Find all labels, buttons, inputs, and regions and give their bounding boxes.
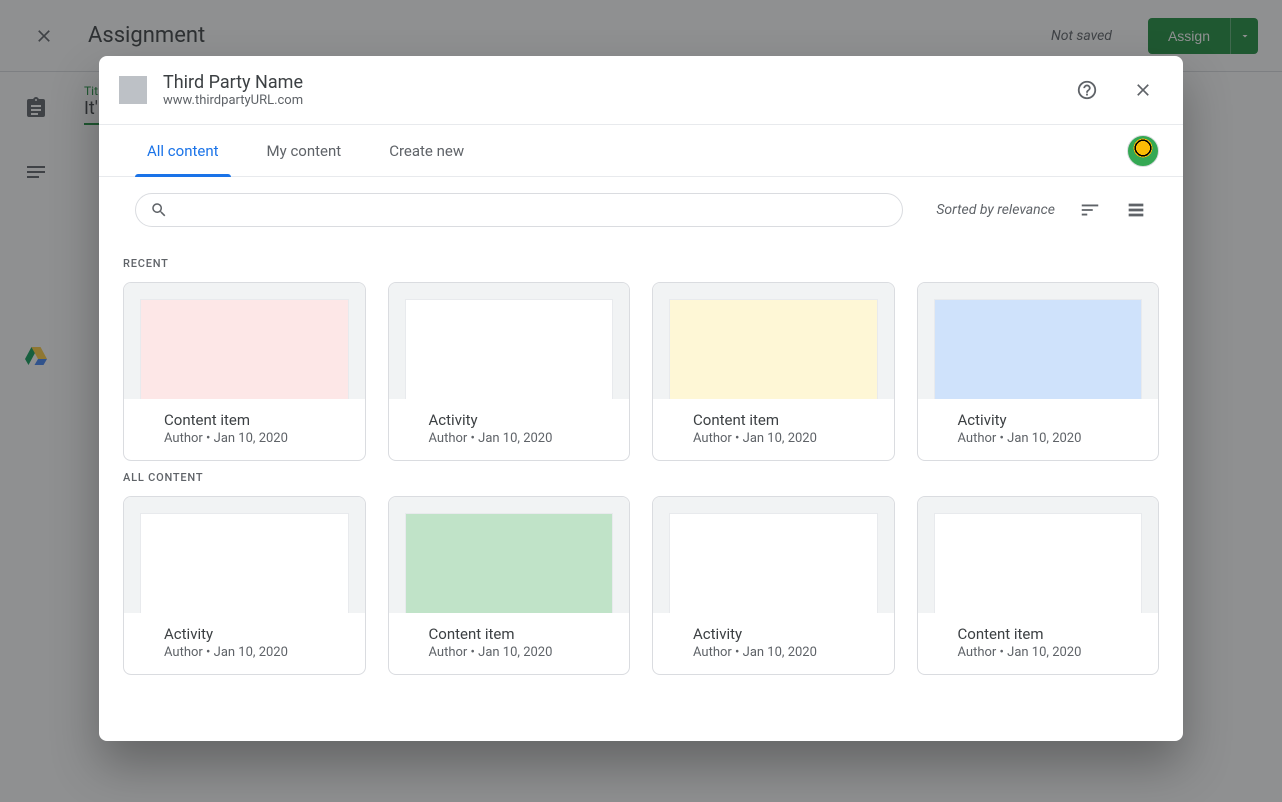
- content-card[interactable]: Content item Author • Jan 10, 2020: [123, 282, 366, 461]
- card-thumbnail: [405, 299, 614, 399]
- card-grid: Content itemAuthor • Jan 10, 2020Activit…: [123, 282, 1159, 461]
- card-title: Content item: [429, 625, 614, 643]
- card-thumbnail: [140, 299, 349, 399]
- card-grid: ActivityAuthor • Jan 10, 2020Content ite…: [123, 496, 1159, 675]
- card-thumbnail-pad: [653, 497, 894, 613]
- card-subtitle: Author • Jan 10, 2020: [693, 645, 878, 660]
- card-title: Activity: [164, 625, 349, 643]
- sort-icon[interactable]: [1079, 199, 1101, 221]
- card-thumbnail: [405, 513, 614, 613]
- tab-label: All content: [147, 142, 219, 160]
- card-thumbnail-pad: [124, 283, 365, 399]
- card-subtitle: Author • Jan 10, 2020: [693, 431, 878, 446]
- content-picker-dialog: Third Party Name www.thirdpartyURL.com A…: [99, 56, 1183, 741]
- card-thumbnail-pad: [918, 497, 1159, 613]
- card-title: Activity: [958, 411, 1143, 429]
- search-icon: [150, 201, 168, 219]
- dialog-toolbar: Sorted by relevance: [99, 177, 1183, 227]
- card-thumbnail: [669, 299, 878, 399]
- card-meta: Activity Author • Jan 10, 2020: [389, 399, 630, 460]
- card-meta: Activity Author • Jan 10, 2020: [653, 613, 894, 674]
- dialog-content: RECENTContent itemAuthor • Jan 10, 2020A…: [99, 227, 1183, 741]
- card-meta: Content item Author • Jan 10, 2020: [389, 613, 630, 674]
- dialog-subtitle: www.thirdpartyURL.com: [163, 93, 1051, 108]
- search-input-wrapper[interactable]: [135, 193, 903, 227]
- card-thumbnail-pad: [389, 497, 630, 613]
- list-view-icon[interactable]: [1125, 199, 1147, 221]
- close-dialog-icon[interactable]: [1123, 70, 1163, 110]
- tab-all-content[interactable]: All content: [123, 125, 243, 176]
- content-card[interactable]: Content item Author • Jan 10, 2020: [652, 282, 895, 461]
- card-meta: Content item Author • Jan 10, 2020: [124, 399, 365, 460]
- third-party-logo: [119, 76, 147, 104]
- tab-my-content[interactable]: My content: [243, 125, 366, 176]
- card-meta: Activity Author • Jan 10, 2020: [124, 613, 365, 674]
- card-thumbnail-pad: [653, 283, 894, 399]
- content-card[interactable]: Content item Author • Jan 10, 2020: [388, 496, 631, 675]
- card-thumbnail: [669, 513, 878, 613]
- dialog-title: Third Party Name: [163, 72, 1051, 93]
- content-card[interactable]: Activity Author • Jan 10, 2020: [388, 282, 631, 461]
- help-icon[interactable]: [1067, 70, 1107, 110]
- card-subtitle: Author • Jan 10, 2020: [429, 431, 614, 446]
- content-card[interactable]: Activity Author • Jan 10, 2020: [652, 496, 895, 675]
- card-thumbnail-pad: [124, 497, 365, 613]
- card-subtitle: Author • Jan 10, 2020: [958, 431, 1143, 446]
- card-thumbnail: [140, 513, 349, 613]
- content-card[interactable]: Activity Author • Jan 10, 2020: [123, 496, 366, 675]
- card-subtitle: Author • Jan 10, 2020: [164, 645, 349, 660]
- tab-label: Create new: [389, 142, 464, 160]
- dialog-tabs: All content My content Create new: [99, 125, 1183, 177]
- card-subtitle: Author • Jan 10, 2020: [164, 431, 349, 446]
- card-meta: Content item Author • Jan 10, 2020: [653, 399, 894, 460]
- card-meta: Content item Author • Jan 10, 2020: [918, 613, 1159, 674]
- card-thumbnail-pad: [918, 283, 1159, 399]
- tab-label: My content: [267, 142, 342, 160]
- section-label: ALL CONTENT: [123, 471, 1159, 484]
- content-card[interactable]: Content item Author • Jan 10, 2020: [917, 496, 1160, 675]
- card-thumbnail: [934, 513, 1143, 613]
- card-subtitle: Author • Jan 10, 2020: [429, 645, 614, 660]
- avatar[interactable]: [1127, 135, 1159, 167]
- card-title: Content item: [693, 411, 878, 429]
- card-thumbnail: [934, 299, 1143, 399]
- card-title: Content item: [164, 411, 349, 429]
- sort-label: Sorted by relevance: [936, 202, 1055, 218]
- card-meta: Activity Author • Jan 10, 2020: [918, 399, 1159, 460]
- card-title: Content item: [958, 625, 1143, 643]
- card-title: Activity: [429, 411, 614, 429]
- search-input[interactable]: [178, 202, 888, 218]
- dialog-header: Third Party Name www.thirdpartyURL.com: [99, 56, 1183, 125]
- card-subtitle: Author • Jan 10, 2020: [958, 645, 1143, 660]
- card-thumbnail-pad: [389, 283, 630, 399]
- card-title: Activity: [693, 625, 878, 643]
- content-card[interactable]: Activity Author • Jan 10, 2020: [917, 282, 1160, 461]
- tab-create-new[interactable]: Create new: [365, 125, 488, 176]
- section-label: RECENT: [123, 257, 1159, 270]
